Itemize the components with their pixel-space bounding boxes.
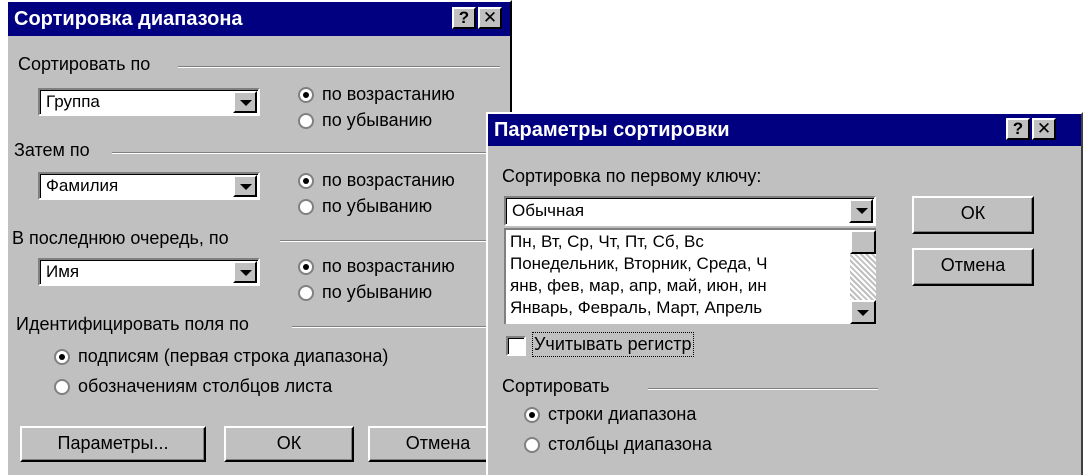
group-divider	[648, 388, 878, 390]
sort-options-dialog: Параметры сортировки ? ✕ Сортировка по п…	[486, 112, 1083, 475]
radio-icon	[524, 437, 540, 453]
sort-range-dialog: Сортировка диапазона ? ✕ Сортировать по …	[6, 0, 512, 475]
list-scrollbar[interactable]	[850, 230, 876, 324]
case-sensitive-checkbox[interactable]	[506, 336, 526, 356]
ok-button[interactable]: ОК	[224, 426, 354, 462]
identify-label: Идентифицировать поля по	[16, 314, 249, 334]
first-key-label: Сортировка по первому ключу:	[502, 166, 762, 186]
help-button[interactable]: ?	[1006, 118, 1030, 140]
chevron-down-icon[interactable]	[849, 199, 873, 223]
dialog-title: Сортировка диапазона	[14, 8, 243, 30]
group-divider	[178, 66, 500, 68]
then-by-value: Фамилия	[46, 176, 119, 195]
sort-by-combo[interactable]: Группа	[38, 88, 260, 116]
radio-icon	[298, 285, 314, 301]
radio-selected-icon	[54, 349, 70, 365]
close-button[interactable]: ✕	[1032, 118, 1056, 140]
radio-icon	[298, 199, 314, 215]
list-item[interactable]: Понедельник, Вторник, Среда, Ч	[510, 254, 768, 274]
scroll-thumb[interactable]	[850, 230, 876, 254]
last-by-value: Имя	[46, 262, 80, 281]
ok-button[interactable]: ОК	[912, 196, 1034, 234]
then-by-combo[interactable]: Фамилия	[38, 172, 260, 200]
first-key-list[interactable]: Пн, Вт, Ср, Чт, Пт, Сб, Вс Понедельник, …	[504, 228, 876, 324]
sort-by-label: Сортировать по	[18, 54, 151, 74]
sort-by-desc-label: по убыванию	[322, 110, 433, 130]
dialog-title: Параметры сортировки	[494, 119, 730, 141]
radio-icon	[54, 379, 70, 395]
scroll-down-arrow-icon[interactable]	[850, 300, 876, 324]
case-sensitive-label[interactable]: Учитывать регистр	[532, 332, 694, 357]
then-by-asc-label: по возрастанию	[322, 170, 455, 190]
last-by-label: В последнюю очередь, по	[12, 228, 229, 248]
first-key-value: Обычная	[512, 201, 585, 220]
then-by-desc-label: по убыванию	[322, 196, 433, 216]
last-by-desc-label: по убыванию	[322, 282, 433, 302]
cancel-button[interactable]: Отмена	[912, 248, 1034, 286]
chevron-down-icon[interactable]	[233, 175, 257, 197]
radio-selected-icon	[298, 173, 314, 189]
close-button[interactable]: ✕	[478, 7, 502, 29]
group-divider	[292, 326, 500, 328]
radio-selected-icon	[298, 259, 314, 275]
radio-selected-icon	[298, 87, 314, 103]
list-item[interactable]: Пн, Вт, Ср, Чт, Пт, Сб, Вс	[510, 232, 704, 252]
last-by-asc-label: по возрастанию	[322, 256, 455, 276]
title-bar: Сортировка диапазона ? ✕	[8, 2, 510, 36]
then-by-label: Затем по	[14, 140, 90, 160]
help-button[interactable]: ?	[452, 7, 476, 29]
orientation-label: Сортировать	[502, 376, 610, 396]
orient-rows-label: строки диапазона	[548, 404, 697, 424]
list-item[interactable]: янв, фев, мар, апр, май, июн, ин	[510, 276, 767, 296]
group-divider	[112, 152, 500, 154]
sort-by-value: Группа	[46, 92, 100, 111]
radio-icon	[298, 113, 314, 129]
first-key-combo[interactable]: Обычная	[504, 196, 876, 226]
group-divider	[280, 240, 500, 242]
chevron-down-icon[interactable]	[233, 91, 257, 113]
radio-selected-icon	[524, 407, 540, 423]
title-bar: Параметры сортировки ? ✕	[488, 114, 1081, 146]
identify-columns-label: обозначениям столбцов листа	[78, 376, 333, 396]
parameters-button[interactable]: Параметры...	[20, 426, 206, 462]
identify-header-label: подписям (первая строка диапазона)	[78, 346, 389, 366]
last-by-combo[interactable]: Имя	[38, 258, 260, 286]
list-item[interactable]: Январь, Февраль, Март, Апрель	[510, 298, 762, 318]
chevron-down-icon[interactable]	[233, 261, 257, 283]
orient-cols-label: столбцы диапазона	[548, 434, 712, 454]
sort-by-asc-label: по возрастанию	[322, 84, 455, 104]
